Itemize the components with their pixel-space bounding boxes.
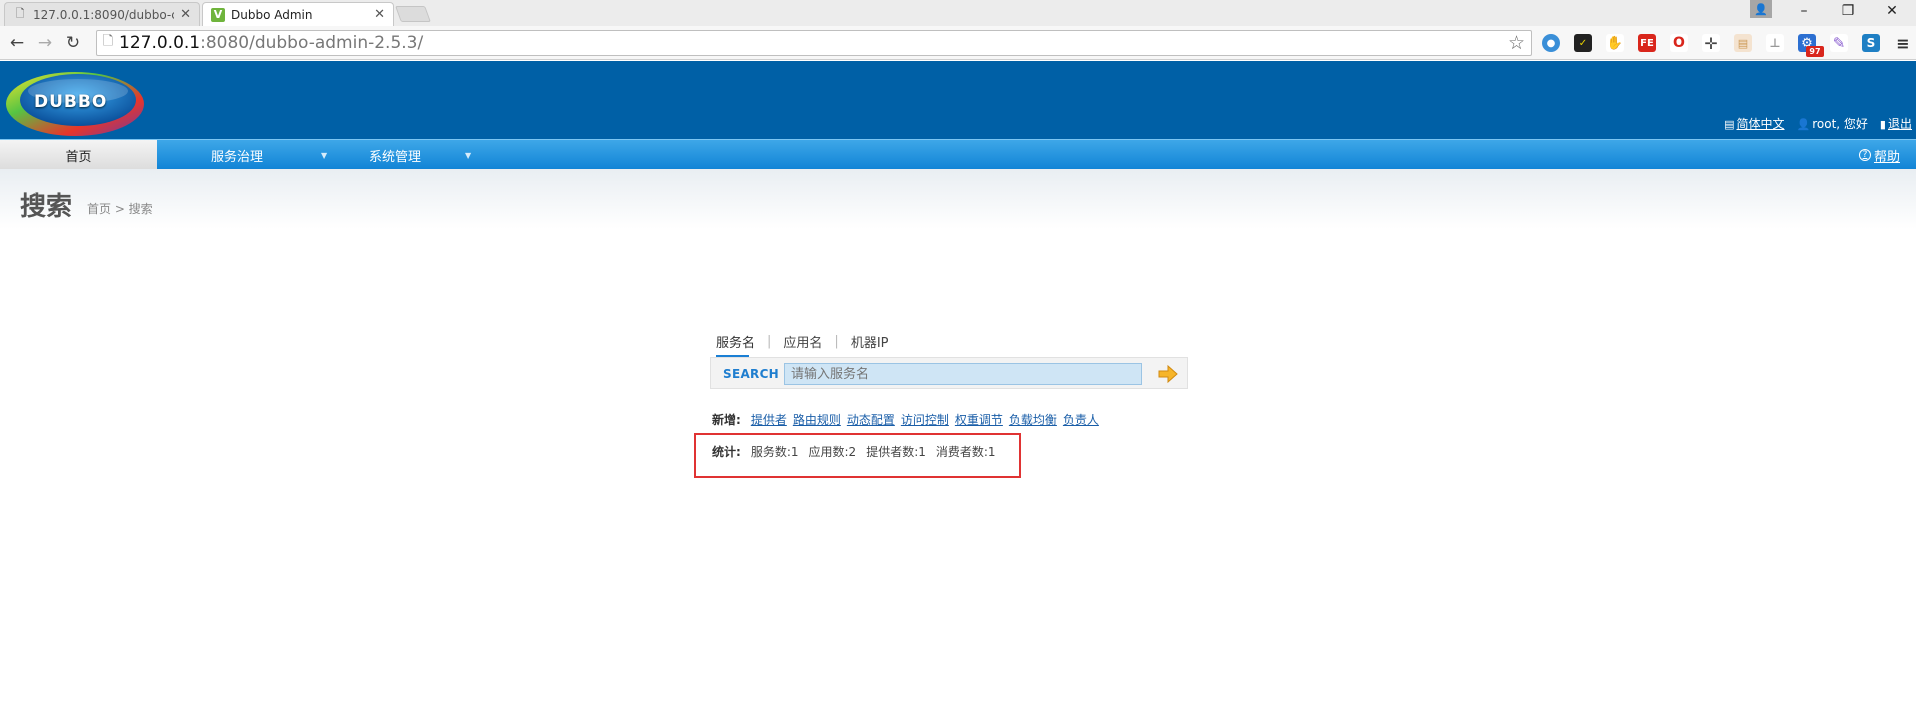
add-route-rule-link[interactable]: 路由规则 [793, 411, 841, 428]
add-weight-adjust-link[interactable]: 权重调节 [955, 411, 1003, 428]
logo-text: DUBBO [34, 92, 108, 112]
language-link-label: 简体中文 [1736, 117, 1785, 131]
tab-separator: | [834, 334, 839, 349]
back-icon[interactable]: ← [6, 32, 28, 54]
chevron-down-icon: ▼ [465, 150, 472, 160]
help-link-label: 帮助 [1873, 149, 1900, 165]
tab-title: Dubbo Admin [231, 7, 313, 22]
evernote-extension-icon[interactable]: ✋ [1606, 34, 1624, 52]
help-icon: ? [1858, 149, 1871, 161]
stat-provider-count: 提供者数:1 [866, 445, 926, 459]
url-host: 127.0.0.1 [119, 33, 201, 53]
extension-badge: 97 [1806, 46, 1824, 57]
close-tab-icon[interactable]: ✕ [374, 7, 385, 22]
address-bar[interactable]: 🗋 127.0.0.1:8080/dubbo-admin-2.5.3/ ☆ [96, 30, 1532, 56]
tab-machine-ip[interactable]: 机器IP [851, 332, 889, 351]
search-label: SEARCH [723, 367, 780, 381]
quick-add-links: 新增: 提供者 路由规则 动态配置 访问控制 权重调节 负载均衡 负责人 [712, 411, 1099, 428]
tab-service-name[interactable]: 服务名 [716, 332, 755, 357]
s-extension-icon[interactable]: S [1862, 34, 1880, 52]
search-bar: SEARCH [710, 357, 1188, 389]
search-input[interactable] [784, 363, 1142, 385]
logout-link[interactable]: ▮ 退出 [1880, 115, 1912, 132]
breadcrumb: 首页 > 搜索 [87, 202, 153, 216]
browser-tab-1[interactable]: 🗋 127.0.0.1:8090/dubbo-c ✕ [4, 2, 200, 26]
user-greeting-label: root, 您好 [1812, 117, 1868, 131]
menu-item-system-management[interactable]: 系统管理 ▼ [369, 140, 471, 170]
browser-tab-2[interactable]: V Dubbo Admin ✕ [202, 2, 394, 26]
crosshair-extension-icon[interactable]: ✛ [1702, 34, 1720, 53]
add-label: 新增: [712, 413, 741, 427]
stat-consumer-count: 消费者数:1 [935, 445, 996, 459]
sitemap-extension-icon[interactable]: ⊥ [1766, 34, 1784, 52]
add-provider-link[interactable]: 提供者 [751, 411, 787, 428]
logout-icon: ▮ [1879, 118, 1886, 131]
forward-icon[interactable]: → [34, 32, 56, 54]
add-owner-link[interactable]: 负责人 [1063, 411, 1099, 428]
stats-label: 统计: [712, 445, 741, 459]
restore-button[interactable]: ❐ [1826, 0, 1870, 22]
note-extension-icon[interactable]: ▤ [1734, 34, 1752, 52]
logout-link-label: 退出 [1887, 117, 1912, 131]
chevron-down-icon: ▼ [321, 150, 328, 160]
stat-service-count: 服务数:1 [750, 445, 799, 459]
browser-toolbar: ← → ↻ 🗋 127.0.0.1:8080/dubbo-admin-2.5.3… [0, 26, 1916, 60]
user-icon: 👤 [1796, 118, 1811, 131]
menu-item-label: 服务治理 [211, 149, 264, 165]
search-go-arrow-icon[interactable] [1157, 363, 1179, 385]
tab-separator: | [767, 334, 772, 349]
check-extension-icon[interactable]: ✓ [1574, 34, 1592, 52]
language-link[interactable]: ▤ 简体中文 [1724, 115, 1784, 132]
page-icon: 🗋 [15, 7, 25, 20]
main-menu: 首页 服务治理 ▼ 系统管理 ▼ ? 帮助 [0, 139, 1916, 170]
close-tab-icon[interactable]: ✕ [180, 7, 191, 22]
dubbo-favicon-icon: V [211, 7, 225, 22]
opera-extension-icon[interactable]: O [1670, 34, 1688, 52]
help-link[interactable]: ? 帮助 [1858, 140, 1900, 170]
url-path: :8080/dubbo-admin-2.5.3/ [200, 33, 424, 53]
menu-item-service-governance[interactable]: 服务治理 ▼ [211, 140, 327, 170]
add-access-control-link[interactable]: 访问控制 [901, 411, 949, 428]
close-window-button[interactable]: ✕ [1870, 0, 1914, 22]
page-header: 搜索 首页 > 搜索 [0, 169, 1916, 229]
stat-application-count: 应用数:2 [808, 445, 857, 459]
tab-title: 127.0.0.1:8090/dubbo-c [33, 7, 175, 22]
user-greeting: 👤 root, 您好 [1797, 115, 1868, 132]
globe-extension-icon[interactable]: ● [1542, 34, 1560, 52]
fe-extension-icon[interactable]: FE [1638, 34, 1656, 52]
tab-application-name[interactable]: 应用名 [783, 332, 822, 351]
menu-icon[interactable]: ≡ [1894, 34, 1912, 53]
menu-item-label: 首页 [65, 149, 92, 165]
profile-icon[interactable]: 👤 [1750, 0, 1772, 18]
page-title: 搜索 [20, 192, 73, 222]
menu-item-label: 系统管理 [369, 149, 422, 165]
add-dynamic-config-link[interactable]: 动态配置 [847, 411, 895, 428]
statistics: 统计: 服务数:1 应用数:2 提供者数:1 消费者数:1 [712, 443, 996, 460]
menu-item-home[interactable]: 首页 [0, 140, 157, 170]
document-icon: ▤ [1724, 118, 1735, 131]
search-type-tabs: 服务名 | 应用名 | 机器IP [716, 332, 889, 357]
browser-tab-strip: 🗋 127.0.0.1:8090/dubbo-c ✕ V Dubbo Admin… [0, 0, 1916, 26]
new-tab-button[interactable] [395, 6, 431, 22]
user-links: ▤ 简体中文 👤 root, 您好 ▮ 退出 [1724, 115, 1912, 132]
add-load-balance-link[interactable]: 负载均衡 [1009, 411, 1057, 428]
page-icon: 🗋 [102, 34, 114, 49]
reload-icon[interactable]: ↻ [62, 32, 84, 54]
feather-extension-icon[interactable]: ✎ [1830, 34, 1848, 52]
app-header: DUBBO ▤ 简体中文 👤 root, 您好 ▮ 退出 [0, 61, 1916, 139]
minimize-button[interactable]: – [1782, 0, 1826, 22]
bookmark-star-icon[interactable]: ☆ [1508, 32, 1525, 54]
